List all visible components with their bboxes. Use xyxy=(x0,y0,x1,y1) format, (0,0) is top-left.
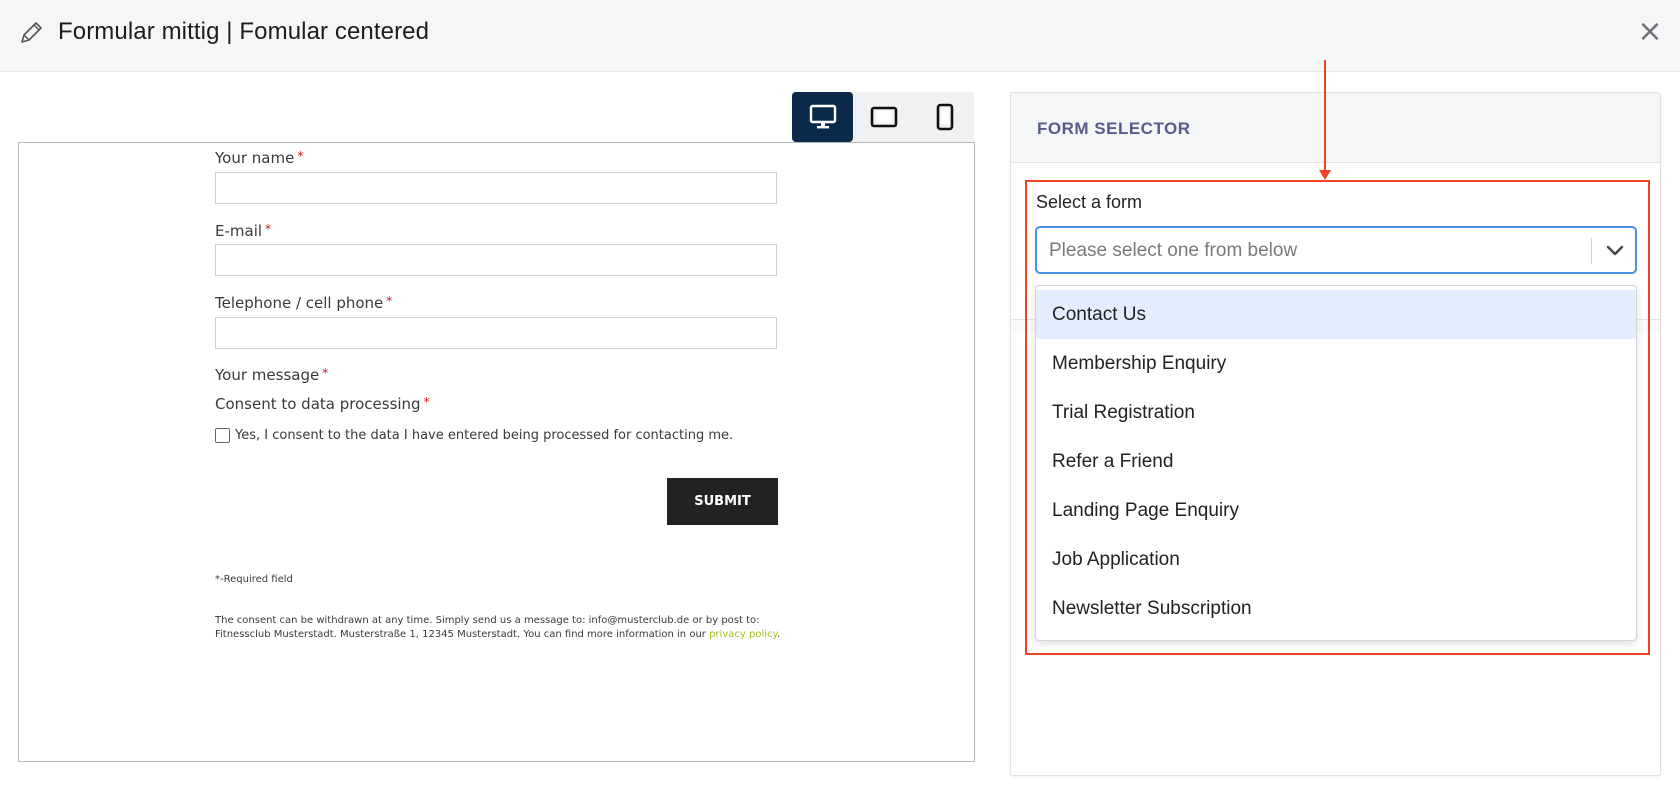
annotation-arrow-head xyxy=(1319,170,1331,180)
desktop-view-button[interactable] xyxy=(792,92,853,142)
privacy-policy-link[interactable]: privacy policy xyxy=(709,629,777,640)
option-refer-a-friend[interactable]: Refer a Friend xyxy=(1036,437,1636,486)
form-select[interactable]: Please select one from below xyxy=(1035,226,1637,274)
select-form-label: Select a form xyxy=(1036,192,1143,212)
phone-view-button[interactable] xyxy=(914,92,975,142)
phone-label: Telephone / cell phone * xyxy=(215,294,393,312)
name-field[interactable] xyxy=(215,172,777,204)
form-options-dropdown: Contact Us Membership Enquiry Trial Regi… xyxy=(1035,285,1637,641)
email-field[interactable] xyxy=(215,244,777,276)
phone-icon xyxy=(936,103,953,131)
message-label: Your message * xyxy=(215,366,329,384)
form-preview: Your name * E-mail * Telephone / cell phon… xyxy=(18,142,975,762)
annotation-arrow-line xyxy=(1324,60,1326,174)
option-newsletter-subscription[interactable]: Newsletter Subscription xyxy=(1036,584,1636,633)
chevron-down-icon[interactable] xyxy=(1603,240,1627,260)
tablet-icon xyxy=(870,106,897,128)
panel-title: FORM SELECTOR xyxy=(1037,119,1191,138)
select-separator xyxy=(1591,238,1592,264)
name-label: Your name * xyxy=(215,149,304,167)
tablet-view-button[interactable] xyxy=(853,92,914,142)
panel-header: FORM SELECTOR xyxy=(1011,93,1660,163)
desktop-icon xyxy=(809,104,836,129)
consent-label: Consent to data processing * xyxy=(215,395,430,413)
email-label: E-mail * xyxy=(215,222,272,240)
option-job-application[interactable]: Job Application xyxy=(1036,535,1636,584)
select-placeholder: Please select one from below xyxy=(1049,240,1298,261)
consent-checkbox[interactable] xyxy=(215,428,230,443)
modal-title: Formular mittig | Fomular centered xyxy=(58,18,430,45)
modal-header: Formular mittig | Fomular centered × xyxy=(0,0,1680,72)
option-landing-page-enquiry[interactable]: Landing Page Enquiry xyxy=(1036,486,1636,535)
pencil-icon xyxy=(21,22,42,43)
phone-field[interactable] xyxy=(215,317,777,349)
option-contact-us[interactable]: Contact Us xyxy=(1036,290,1636,339)
option-trial-registration[interactable]: Trial Registration xyxy=(1036,388,1636,437)
withdraw-note: The consent can be withdrawn at any time… xyxy=(215,615,781,640)
required-note: *-Required field xyxy=(215,574,293,585)
device-switcher xyxy=(792,92,974,142)
consent-checkbox-text: Yes, I consent to the data I have entere… xyxy=(235,428,734,443)
submit-button[interactable]: SUBMIT xyxy=(667,478,778,525)
close-icon[interactable]: × xyxy=(1636,17,1664,47)
option-membership-enquiry[interactable]: Membership Enquiry xyxy=(1036,339,1636,388)
